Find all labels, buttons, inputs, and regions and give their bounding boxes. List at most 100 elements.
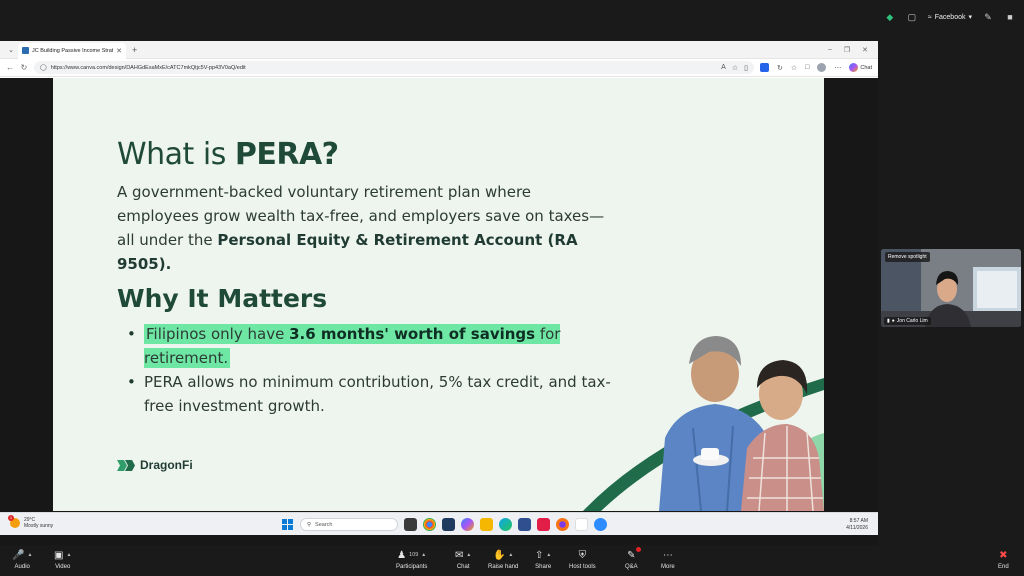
share-button[interactable]: ⇧ ▲ Share <box>535 549 551 571</box>
dragonfi-logo-icon <box>117 459 135 471</box>
participant-count: 109 <box>409 552 419 558</box>
favorites-icon[interactable]: ☆ <box>791 64 797 72</box>
exit-fullscreen-icon[interactable]: ■ <box>1004 11 1016 23</box>
shield-icon[interactable]: ◆ <box>884 11 896 23</box>
refresh-extension-icon[interactable]: ↻ <box>777 64 783 72</box>
minimize-icon[interactable]: – <box>828 46 832 54</box>
meeting-dropdown[interactable]: ≈ Facebook ▾ <box>928 13 972 22</box>
chat-button[interactable]: ✉ ▲ Chat <box>455 549 471 571</box>
tab-canva[interactable]: JC Building Passive Income Strat... ✕ <box>18 42 126 59</box>
audio-label: Audio <box>14 564 30 570</box>
profile-avatar[interactable] <box>817 63 827 72</box>
search-icon: ⚲ <box>307 521 312 528</box>
zoom-top-bar: ◆ ▢ ≈ Facebook ▾ ✎ ■ <box>884 8 1016 26</box>
chevron-up-icon[interactable]: ▲ <box>508 552 513 558</box>
task-view-icon[interactable] <box>404 518 417 531</box>
zoom-toolbar: 🎤 ▲ Audio ▣ ▲ Video ♟ 109 ▲ Participants ✉ ▲ … <box>0 545 1024 576</box>
firefox-icon[interactable] <box>556 518 569 531</box>
clock-date: 4/11/2026 <box>846 525 868 531</box>
more-icon: ⋯ <box>662 549 673 561</box>
window-controls: – ❐ ✕ <box>828 46 878 54</box>
title-bold: PERA? <box>234 137 339 172</box>
windows-start-icon[interactable] <box>282 519 293 530</box>
address-bar: ← ↻ ◯ https://www.canva.com/design/DAHGd… <box>0 59 878 77</box>
slide-intro: A government-backed voluntary retirement… <box>117 180 617 276</box>
fullscreen-icon[interactable]: ▢ <box>906 11 918 23</box>
zoom-taskbar-icon[interactable] <box>594 518 607 531</box>
video-camera-icon: ▣ <box>54 549 64 561</box>
slide-title: What is PERA? <box>117 137 339 172</box>
end-button[interactable]: ✖ End <box>998 549 1009 571</box>
back-icon[interactable]: ← <box>6 63 14 72</box>
pdf-icon[interactable] <box>575 518 588 531</box>
copilot-taskbar-icon[interactable] <box>461 518 474 531</box>
weather-widget[interactable]: 1 29°C Mostly sunny <box>8 515 53 529</box>
audio-button[interactable]: 🎤 ▲ Audio <box>12 549 32 571</box>
canva-favicon-icon <box>22 47 29 54</box>
split-screen-icon[interactable]: ▯ <box>744 64 748 72</box>
more-button[interactable]: ⋯ More <box>661 549 675 571</box>
chevron-up-icon[interactable]: ▲ <box>27 552 32 558</box>
url-text: https://www.canva.com/design/DAHGdEsaMxE… <box>50 64 246 71</box>
pen-icon[interactable]: ✎ <box>982 11 994 23</box>
qa-label: Q&A <box>625 564 638 570</box>
canva-viewport: What is PERA? A government-backed volunt… <box>0 78 878 553</box>
section-title: Why It Matters <box>117 284 328 313</box>
url-field[interactable]: ◯ https://www.canva.com/design/DAHGdEsaM… <box>33 61 754 74</box>
presentation-slide: What is PERA? A government-backed volunt… <box>53 78 824 511</box>
taskbar-apps <box>404 518 607 531</box>
chevron-up-icon[interactable]: ▲ <box>546 552 551 558</box>
video-label: Video <box>55 564 71 570</box>
participants-button[interactable]: ♟ 109 ▲ Participants <box>396 549 427 571</box>
close-window-icon[interactable]: ✕ <box>862 46 868 54</box>
qa-button[interactable]: ✎ Q&A <box>625 546 642 570</box>
extension-icon[interactable] <box>759 63 769 72</box>
refresh-icon[interactable]: ↻ <box>20 63 28 72</box>
mic-muted-icon: 🎤 <box>12 549 25 561</box>
office-icon[interactable] <box>537 518 550 531</box>
share-screen-icon: ⇧ <box>535 549 544 561</box>
windows-taskbar: 1 29°C Mostly sunny ⚲ Search 8:57 AM 4/1… <box>0 512 878 535</box>
host-tools-button[interactable]: ⛨ Host tools <box>569 549 596 571</box>
mic-muted-icon: ● <box>891 318 895 324</box>
chevron-up-icon[interactable]: ▲ <box>466 552 471 558</box>
participant-video-tile[interactable]: Remove spotlight ▮ ● Jon Carlo Lim <box>881 249 1021 327</box>
meeting-label: Facebook <box>934 13 966 21</box>
more-menu-icon[interactable]: ⋯ <box>834 64 841 72</box>
store-icon[interactable] <box>518 518 531 531</box>
chevron-up-icon[interactable]: ▲ <box>421 552 426 558</box>
title-prefix: What is <box>117 137 235 172</box>
dragonfi-logo: DragonFi <box>117 458 193 472</box>
chrome-icon[interactable] <box>423 518 436 531</box>
read-aloud-icon[interactable]: A <box>721 64 726 72</box>
restore-icon[interactable]: ❐ <box>844 46 850 54</box>
shared-browser-window: ⌄ JC Building Passive Income Strat... ✕ … <box>0 41 878 553</box>
edge-icon[interactable] <box>499 518 512 531</box>
chat-label: Chat <box>456 564 470 570</box>
file-explorer-icon[interactable] <box>480 518 493 531</box>
collections-icon[interactable]: □ <box>805 64 809 71</box>
participant-name-tag: ▮ ● Jon Carlo Lim <box>884 317 931 325</box>
bullet1-pre: Filipinos only have <box>146 325 290 343</box>
app-icon[interactable] <box>442 518 455 531</box>
tab-bar: ⌄ JC Building Passive Income Strat... ✕ … <box>0 41 878 59</box>
remove-spotlight-button[interactable]: Remove spotlight <box>885 252 930 262</box>
participants-icon: ♟ <box>397 549 407 561</box>
raise-hand-label: Raise hand <box>488 564 519 570</box>
taskbar-search[interactable]: ⚲ Search <box>300 518 398 531</box>
new-tab-icon[interactable]: + <box>132 45 137 55</box>
end-label: End <box>998 564 1009 570</box>
taskbar-search-placeholder: Search <box>315 521 333 528</box>
close-tab-icon[interactable]: ✕ <box>116 47 122 55</box>
copilot-icon <box>849 63 859 72</box>
copilot-chat-button[interactable]: Chat <box>849 63 872 72</box>
tab-menu-icon[interactable]: ⌄ <box>4 46 18 54</box>
chat-bubble-icon: ✉ <box>455 549 464 561</box>
chevron-down-icon: ▾ <box>968 14 972 21</box>
chevron-up-icon[interactable]: ▲ <box>66 552 71 558</box>
favorite-star-icon[interactable]: ☆ <box>732 64 738 72</box>
video-button[interactable]: ▣ ▲ Video <box>54 549 71 571</box>
lock-icon[interactable]: ◯ <box>40 64 47 71</box>
raise-hand-button[interactable]: ✋ ▲ Raise hand <box>488 549 519 571</box>
system-clock[interactable]: 8:57 AM 4/11/2026 <box>846 518 868 532</box>
